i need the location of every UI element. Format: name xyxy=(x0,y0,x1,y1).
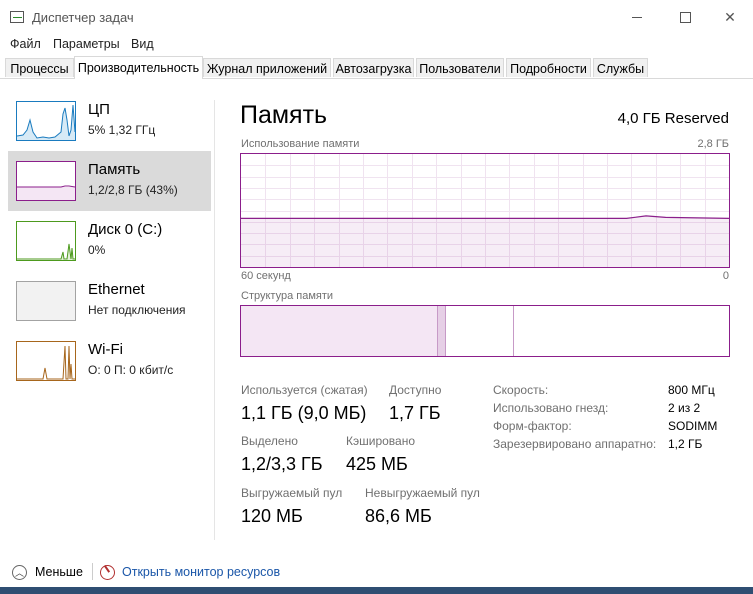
page-title: Память xyxy=(240,101,328,129)
available-label: Доступно xyxy=(389,383,442,397)
ethernet-graph-icon xyxy=(16,281,76,321)
minimize-icon xyxy=(632,16,642,18)
title-bar[interactable]: Диспетчер задач ✕ xyxy=(0,0,753,34)
maximize-button[interactable] xyxy=(662,0,708,34)
sidebar-item-name: Диск 0 (C:) xyxy=(88,221,163,238)
structure-standby xyxy=(445,306,514,356)
structure-in-use xyxy=(241,306,439,356)
info-value-form-factor: SODIMM xyxy=(668,419,718,433)
nonpaged-pool-value: 86,6 МБ xyxy=(365,506,432,526)
sidebar-item-detail: Нет подключения xyxy=(88,303,186,317)
menu-options[interactable]: Параметры xyxy=(53,37,120,51)
cached-value: 425 МБ xyxy=(346,454,408,474)
open-resource-monitor-link[interactable]: Открыть монитор ресурсов xyxy=(100,562,280,582)
sidebar-item-disk[interactable]: Диск 0 (C:) 0% xyxy=(8,211,211,271)
info-label-hardware-reserved: Зарезервировано аппаратно: xyxy=(493,437,657,451)
info-value-hardware-reserved: 1,2 ГБ xyxy=(668,437,703,451)
task-manager-app-icon xyxy=(10,11,24,23)
sidebar-item-detail: 5% 1,32 ГГц xyxy=(88,123,156,137)
available-value: 1,7 ГБ xyxy=(389,403,441,423)
sidebar-item-wifi[interactable]: Wi-Fi О: 0 П: 0 кбит/с xyxy=(8,331,211,391)
close-icon: ✕ xyxy=(724,8,736,25)
cpu-thumb-svg xyxy=(17,104,75,140)
sidebar-item-name: Wi-Fi xyxy=(88,341,123,358)
reserved-memory: 4,0 ГБ Reserved xyxy=(617,110,729,127)
nonpaged-pool-label: Невыгружаемый пул xyxy=(365,486,480,500)
memory-usage-svg xyxy=(241,154,730,267)
disk-thumb-svg xyxy=(17,243,75,260)
info-label-form-factor: Форм-фактор: xyxy=(493,419,572,433)
used-value: 1,1 ГБ (9,0 МБ) xyxy=(241,403,367,423)
sidebar-item-name: Память xyxy=(88,161,141,178)
paged-pool-label: Выгружаемый пул xyxy=(241,486,343,500)
structure-modified xyxy=(438,306,446,356)
tab-bar: Процессы Производительность Журнал прило… xyxy=(0,56,753,79)
fewer-details-button[interactable]: ︿ Меньше xyxy=(12,562,83,582)
usage-graph-max: 2,8 ГБ xyxy=(697,138,729,150)
tab-users[interactable]: Пользователи xyxy=(416,58,504,77)
memory-structure-bar xyxy=(240,305,730,357)
info-label-slots: Использовано гнезд: xyxy=(493,401,609,415)
memory-graph-icon xyxy=(16,161,76,201)
cpu-graph-icon xyxy=(16,101,76,141)
memory-usage-graph xyxy=(240,153,730,268)
sidebar-item-name: Ethernet xyxy=(88,281,145,298)
close-button[interactable]: ✕ xyxy=(707,0,753,34)
cached-label: Кэшировано xyxy=(346,434,416,448)
tab-details[interactable]: Подробности xyxy=(506,58,591,77)
sidebar-item-detail: 0% xyxy=(88,243,106,257)
sidebar-item-cpu[interactable]: ЦП 5% 1,32 ГГц xyxy=(8,91,211,151)
structure-free xyxy=(513,306,729,356)
sidebar-item-detail: О: 0 П: 0 кбит/с xyxy=(88,363,174,377)
committed-label: Выделено xyxy=(241,434,298,448)
graph-time-label: 60 секунд xyxy=(241,270,291,282)
window-title: Диспетчер задач xyxy=(32,10,134,25)
structure-label: Структура памяти xyxy=(241,290,334,302)
paged-pool-value: 120 МБ xyxy=(241,506,303,526)
disk-graph-icon xyxy=(16,221,76,261)
info-value-speed: 800 МГц xyxy=(668,383,715,397)
resource-sidebar: ЦП 5% 1,32 ГГц Память 1,2/2,8 ГБ (43%) Д… xyxy=(0,91,214,551)
sidebar-item-detail: 1,2/2,8 ГБ (43%) xyxy=(88,183,178,197)
resource-monitor-icon xyxy=(100,564,115,580)
graph-zero-label: 0 xyxy=(722,270,729,282)
sidebar-divider xyxy=(214,100,215,540)
info-label-speed: Скорость: xyxy=(493,383,549,397)
resource-monitor-label: Открыть монитор ресурсов xyxy=(122,565,281,579)
tab-services[interactable]: Службы xyxy=(593,58,648,77)
tab-performance[interactable]: Производительность xyxy=(74,56,203,79)
used-label: Используется (сжатая) xyxy=(241,383,368,397)
tab-startup[interactable]: Автозагрузка xyxy=(333,58,414,77)
footer-separator xyxy=(92,563,93,580)
tab-app-history[interactable]: Журнал приложений xyxy=(203,58,331,77)
wifi-graph-icon xyxy=(16,341,76,381)
wifi-thumb-svg xyxy=(17,345,75,380)
desktop-background xyxy=(0,587,753,594)
sidebar-item-name: ЦП xyxy=(88,101,110,118)
menu-view[interactable]: Вид xyxy=(131,37,154,51)
task-manager-window: Диспетчер задач ✕ Файл Параметры Вид Про… xyxy=(0,0,753,594)
menu-file[interactable]: Файл xyxy=(10,37,41,51)
sidebar-item-memory[interactable]: Память 1,2/2,8 ГБ (43%) xyxy=(8,151,211,211)
usage-graph-label: Использование памяти xyxy=(241,138,360,150)
memory-thumb-svg xyxy=(17,185,75,200)
tab-processes[interactable]: Процессы xyxy=(5,58,74,77)
sidebar-item-ethernet[interactable]: Ethernet Нет подключения xyxy=(8,271,211,331)
fewer-details-label: Меньше xyxy=(35,565,83,579)
chevron-up-icon: ︿ xyxy=(12,564,27,580)
usage-area xyxy=(241,215,729,267)
minimize-button[interactable] xyxy=(614,0,660,34)
committed-value: 1,2/3,3 ГБ xyxy=(241,454,323,474)
maximize-icon xyxy=(679,11,691,23)
info-value-slots: 2 из 2 xyxy=(668,401,701,415)
footer-bar: ︿ Меньше Открыть монитор ресурсов xyxy=(0,557,753,587)
